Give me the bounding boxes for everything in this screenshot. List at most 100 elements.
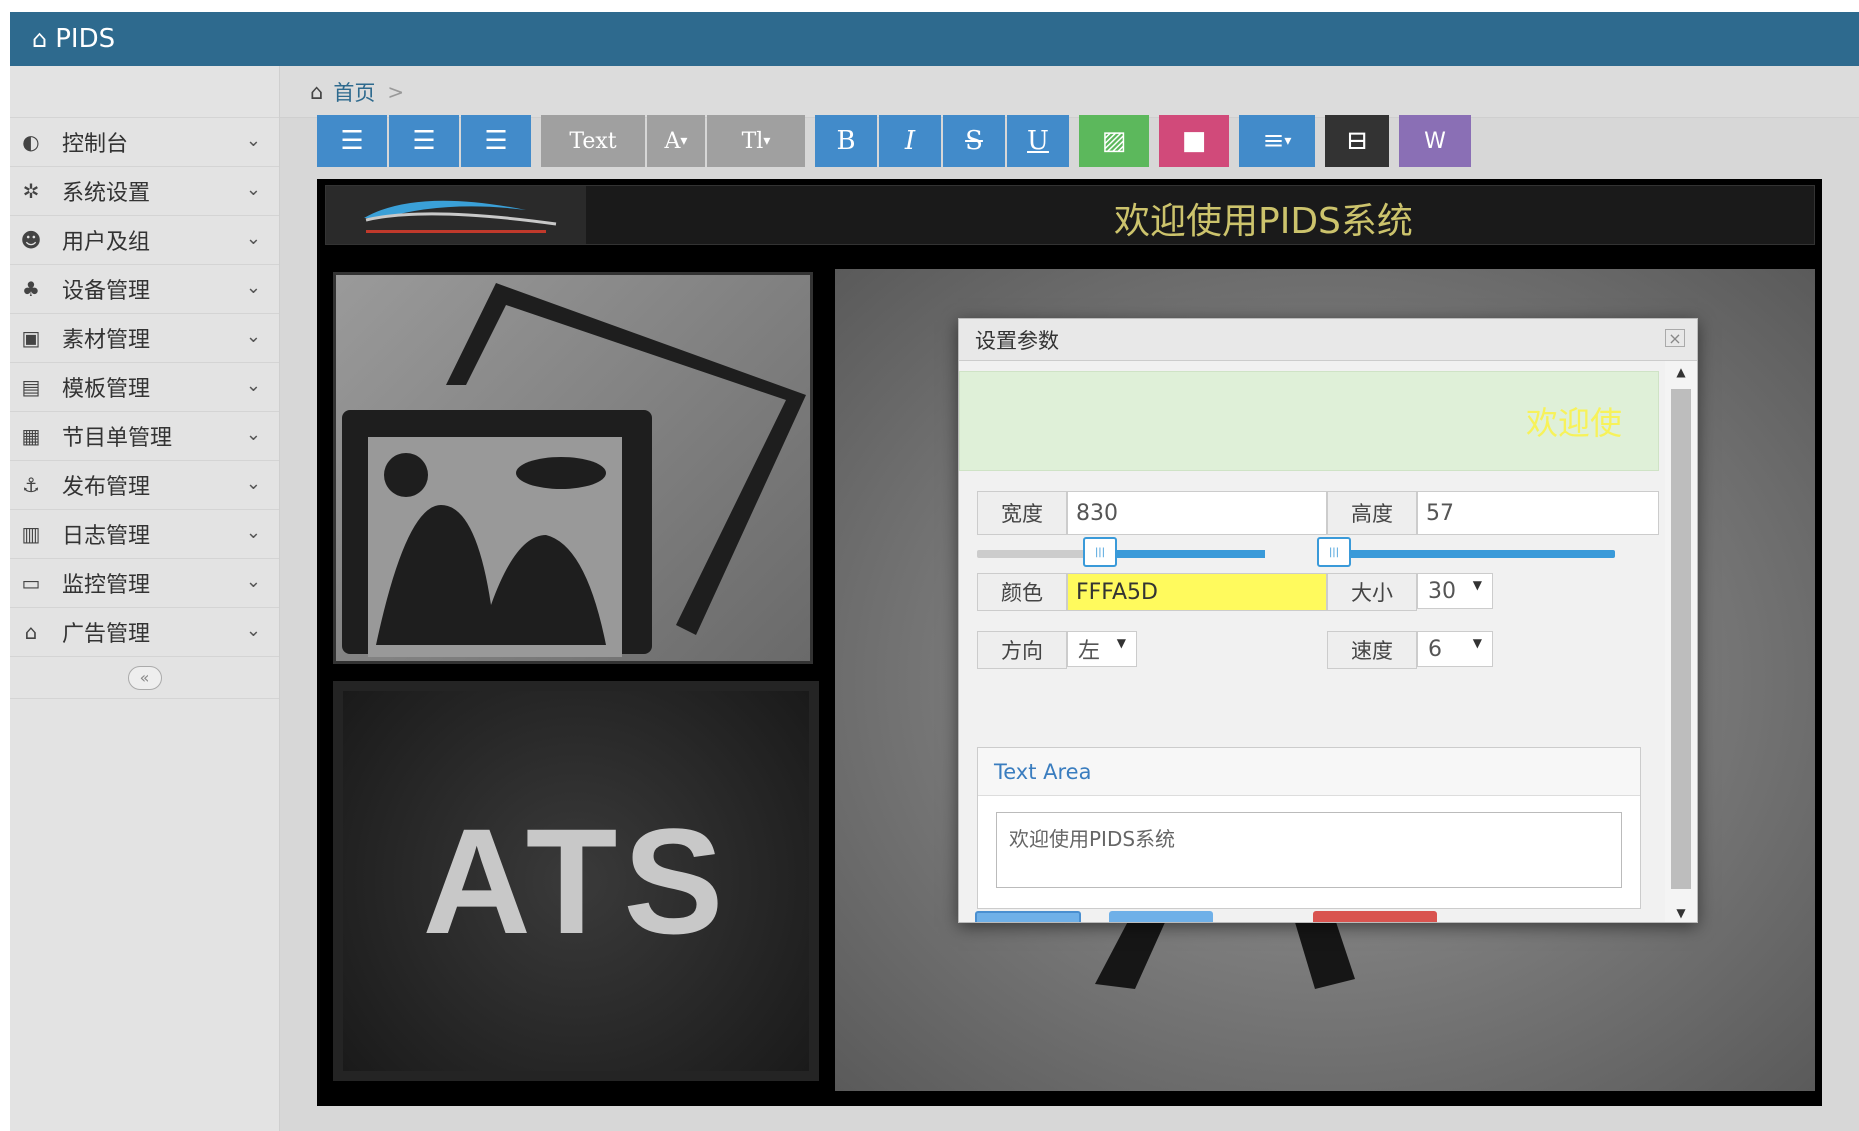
- anchor-icon: ⚓: [22, 473, 40, 497]
- sidebar-collapse: «: [10, 657, 279, 699]
- sidebar-item-monitor[interactable]: ▭ 监控管理 ⌄: [10, 559, 279, 608]
- align-center-icon: ☰: [412, 126, 436, 156]
- color-input[interactable]: FFFA5D: [1067, 573, 1327, 611]
- close-icon[interactable]: ×: [1665, 329, 1685, 348]
- gear-icon: ✲: [22, 179, 40, 203]
- insert-video-button[interactable]: ■: [1159, 115, 1229, 167]
- welcome-marquee: 欢迎使用PIDS系统: [1114, 201, 1413, 242]
- chevron-down-icon: ⌄: [245, 620, 261, 641]
- list-dropdown[interactable]: ≡ ▾: [1239, 115, 1315, 167]
- sidebar-item-logs[interactable]: ▥ 日志管理 ⌄: [10, 510, 279, 559]
- height-input[interactable]: 57: [1417, 491, 1659, 535]
- font-dropdown[interactable]: A ▾: [647, 115, 705, 167]
- sidebar-item-label: 设备管理: [62, 279, 151, 304]
- sidebar-spacer: [10, 66, 279, 118]
- width-slider[interactable]: [977, 550, 1265, 558]
- align-right-icon: ☰: [484, 126, 508, 156]
- caret-down-icon: ▼: [1116, 636, 1126, 650]
- bold-button[interactable]: B: [815, 115, 877, 167]
- dialog-header: 设置参数 ×: [959, 319, 1697, 361]
- sidebar-item-programs[interactable]: ▦ 节目单管理 ⌄: [10, 412, 279, 461]
- breadcrumb: ⌂ 首页 >: [280, 66, 1859, 118]
- chevron-down-icon: ⌄: [245, 522, 261, 543]
- log-icon: ▥: [21, 522, 41, 546]
- sidebar-item-templates[interactable]: ▤ 模板管理 ⌄: [10, 363, 279, 412]
- bus-button[interactable]: ⊟: [1325, 115, 1389, 167]
- breadcrumb-separator: >: [387, 79, 405, 104]
- sidebar-item-label: 用户及组: [62, 230, 151, 255]
- caret-down-icon: ▼: [1472, 636, 1482, 650]
- sidebar-item-label: 控制台: [62, 132, 129, 157]
- collapse-button[interactable]: «: [127, 665, 162, 690]
- sidebar-item-label: 模板管理: [62, 377, 151, 402]
- dialog-title: 设置参数: [975, 328, 1059, 353]
- width-input[interactable]: 830: [1067, 491, 1327, 535]
- size-select[interactable]: 30 ▼: [1417, 573, 1493, 609]
- chevron-down-icon: ⌄: [245, 179, 261, 200]
- ats-region[interactable]: ATS: [333, 681, 819, 1081]
- strikethrough-button[interactable]: S: [943, 115, 1005, 167]
- list-icon: ≡: [1262, 126, 1285, 156]
- chevron-down-icon: ⌄: [245, 424, 261, 445]
- w-button[interactable]: W: [1399, 115, 1471, 167]
- chevron-down-icon: ⌄: [245, 473, 261, 494]
- media-icon: ▣: [21, 326, 41, 350]
- sidebar-item-media[interactable]: ▣ 素材管理 ⌄: [10, 314, 279, 363]
- home-icon[interactable]: ⌂: [32, 25, 47, 53]
- image-icon: ▨: [1101, 126, 1127, 156]
- confirm-button[interactable]: 确定: [975, 911, 1081, 922]
- image-placeholder[interactable]: [333, 272, 813, 664]
- width-slider-handle[interactable]: |||: [1083, 537, 1117, 567]
- speed-select-value: 6: [1428, 636, 1442, 662]
- font-size-dropdown[interactable]: Tl ▾: [707, 115, 805, 167]
- users-icon: ☻: [20, 228, 42, 252]
- sidebar-item-devices[interactable]: ♣ 设备管理 ⌄: [10, 265, 279, 314]
- bus-icon: ⊟: [1346, 126, 1368, 156]
- align-center-button[interactable]: ☰: [389, 115, 459, 167]
- height-slider[interactable]: [1327, 550, 1615, 558]
- size-label: 大小: [1327, 573, 1417, 611]
- scroll-thumb[interactable]: [1671, 389, 1691, 889]
- metro-logo: [326, 186, 586, 244]
- sidebar-item-label: 日志管理: [62, 524, 151, 549]
- direction-select[interactable]: 左 ▼: [1067, 631, 1137, 667]
- insert-image-button[interactable]: ▨: [1079, 115, 1149, 167]
- scroll-up-icon[interactable]: ▲: [1665, 361, 1697, 383]
- dialog-scrollbar[interactable]: ▲ ▼: [1665, 361, 1697, 922]
- underline-button[interactable]: U: [1007, 115, 1069, 167]
- height-slider-handle[interactable]: |||: [1317, 537, 1351, 567]
- sidebar-item-publish[interactable]: ⚓ 发布管理 ⌄: [10, 461, 279, 510]
- sidebar-item-settings[interactable]: ✲ 系统设置 ⌄: [10, 167, 279, 216]
- editor-toolbar: ☰ ☰ ☰ Text A ▾ Tl ▾ B I S U ▨ ■ ≡ ▾ ⊟ W: [317, 115, 1473, 167]
- preview-text: 欢迎使: [1526, 404, 1623, 442]
- sidebar-item-users[interactable]: ☻ 用户及组 ⌄: [10, 216, 279, 265]
- sidebar-item-console[interactable]: ◐ 控制台 ⌄: [10, 118, 279, 167]
- text-area-input[interactable]: 欢迎使用PIDS系统: [996, 812, 1622, 888]
- sidebar-item-label: 监控管理: [62, 573, 151, 598]
- bank-icon: ⌂: [24, 620, 38, 644]
- align-left-button[interactable]: ☰: [317, 115, 387, 167]
- home-icon: ⌂: [310, 79, 324, 104]
- sidebar-item-ads[interactable]: ⌂ 广告管理 ⌄: [10, 608, 279, 657]
- text-preview: 欢迎使: [959, 371, 1659, 471]
- chevron-down-icon: ⌄: [245, 130, 261, 151]
- settings-dialog: 设置参数 × ▲ ▼ 欢迎使 宽度 830 高度 57 ||| ||| 颜色 F…: [958, 318, 1698, 923]
- scroll-down-icon[interactable]: ▼: [1665, 902, 1697, 922]
- delete-button[interactable]: ▮删除: [1313, 911, 1437, 922]
- close-button[interactable]: 关闭: [1109, 911, 1213, 922]
- app-title[interactable]: PIDS: [55, 24, 115, 54]
- font-label: A: [664, 128, 681, 154]
- italic-button[interactable]: I: [879, 115, 941, 167]
- sidebar: ◐ 控制台 ⌄ ✲ 系统设置 ⌄ ☻ 用户及组 ⌄ ♣ 设备管理 ⌄ ▣ 素材管理 ⌄ ▤ 模板管理 ⌄…: [10, 66, 280, 1131]
- top-bar: ⌂ PIDS: [10, 12, 1859, 66]
- header-region[interactable]: 欢迎使用PIDS系统: [325, 185, 1815, 245]
- size-label: Tl: [741, 128, 764, 154]
- text-area-title: Text Area: [978, 748, 1640, 796]
- breadcrumb-home[interactable]: 首页: [333, 77, 375, 107]
- caret-down-icon: ▾: [763, 133, 771, 149]
- speed-select[interactable]: 6 ▼: [1417, 631, 1493, 667]
- caret-down-icon: ▾: [1284, 133, 1292, 149]
- align-right-button[interactable]: ☰: [461, 115, 531, 167]
- text-button[interactable]: Text: [541, 115, 645, 167]
- chevron-down-icon: ⌄: [245, 571, 261, 592]
